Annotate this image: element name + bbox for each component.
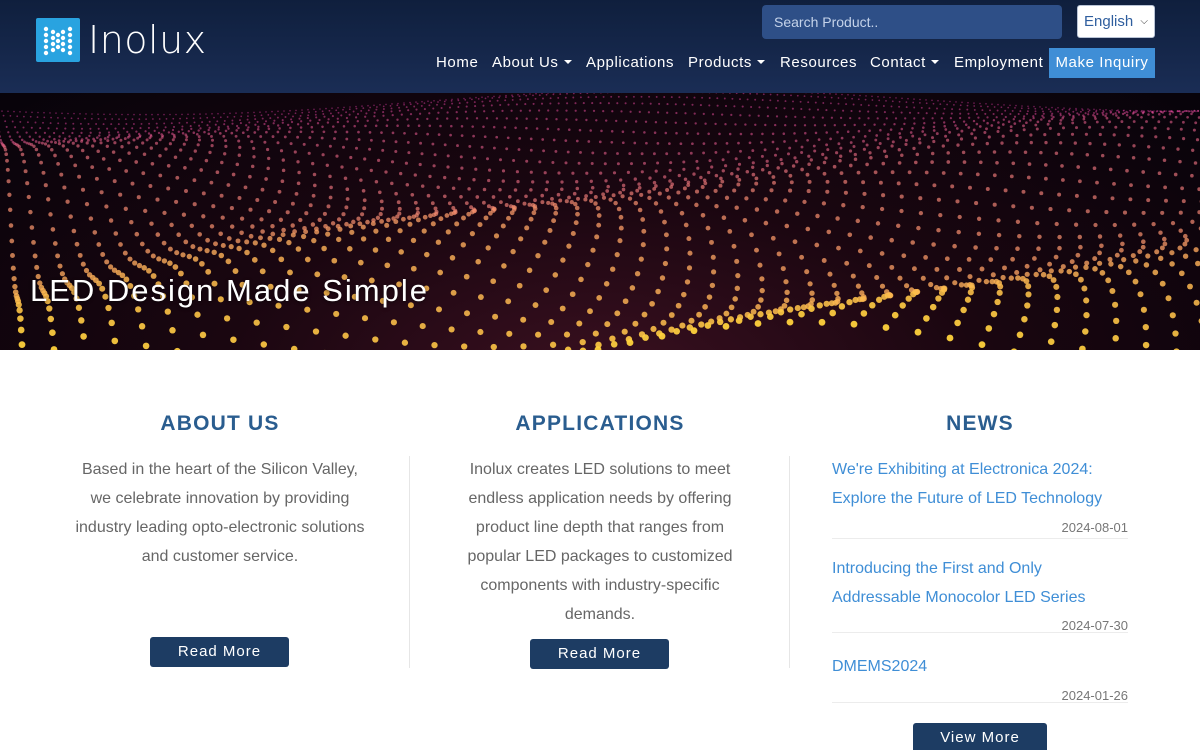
search-input[interactable] (762, 5, 1062, 39)
column-divider (409, 456, 410, 668)
hero-title: LED Design Made Simple (30, 273, 429, 308)
logo[interactable]: Inolux (36, 18, 207, 62)
about-text: Based in the heart of the Silicon Valley… (75, 461, 365, 565)
nav-resources[interactable]: Resources (780, 48, 857, 78)
news-item-title[interactable]: DMEMS2024 (832, 652, 1132, 681)
applications-text: Inolux creates LED solutions to meet end… (467, 461, 733, 623)
caret-down-icon (930, 60, 939, 64)
news-item-title[interactable]: Introducing the First and Only Addressab… (832, 554, 1132, 612)
news-divider (832, 632, 1128, 633)
nav-about-us[interactable]: About Us (492, 48, 572, 78)
news-view-more-button[interactable]: View More (913, 723, 1047, 750)
caret-down-icon (757, 60, 765, 64)
nav-contact[interactable]: Contact (870, 48, 939, 78)
news-divider (832, 538, 1128, 539)
applications-read-more-button[interactable]: Read More (530, 639, 669, 669)
news-item-date: 2024-07-30 (1061, 618, 1129, 633)
inolux-logo-icon (36, 18, 80, 62)
led-wave-image (0, 93, 1200, 350)
news-item-date: 2024-08-01 (1061, 520, 1129, 535)
news-item-title[interactable]: We're Exhibiting at Electronica 2024: Ex… (832, 455, 1132, 513)
language-selected: English (1084, 13, 1134, 30)
caret-down-icon (563, 60, 572, 64)
about-heading: ABOUT US (160, 412, 280, 435)
about-read-more-button[interactable]: Read More (150, 637, 289, 667)
nav-contact-label: Contact (870, 54, 926, 71)
hero-banner: LED Design Made Simple (0, 93, 1200, 350)
news-divider (832, 702, 1128, 703)
column-divider (789, 456, 790, 668)
news-heading: NEWS (946, 412, 1014, 435)
make-inquiry-button[interactable]: Make Inquiry (1049, 48, 1155, 78)
nav-employment[interactable]: Employment (954, 48, 1043, 78)
applications-heading: APPLICATIONS (515, 412, 685, 435)
chevron-down-icon: ⌵ (1140, 16, 1148, 27)
nav-applications[interactable]: Applications (586, 48, 674, 78)
nav-home[interactable]: Home (436, 48, 478, 78)
news-item-date: 2024-01-26 (1061, 688, 1129, 703)
nav-products[interactable]: Products (688, 48, 765, 78)
language-select[interactable]: English ⌵ (1077, 5, 1155, 38)
site-header: Inolux English ⌵ Home About Us Applicati… (0, 0, 1200, 93)
nav-about-label: About Us (492, 54, 559, 71)
nav-products-label: Products (688, 54, 752, 71)
logo-text: Inolux (88, 18, 207, 62)
